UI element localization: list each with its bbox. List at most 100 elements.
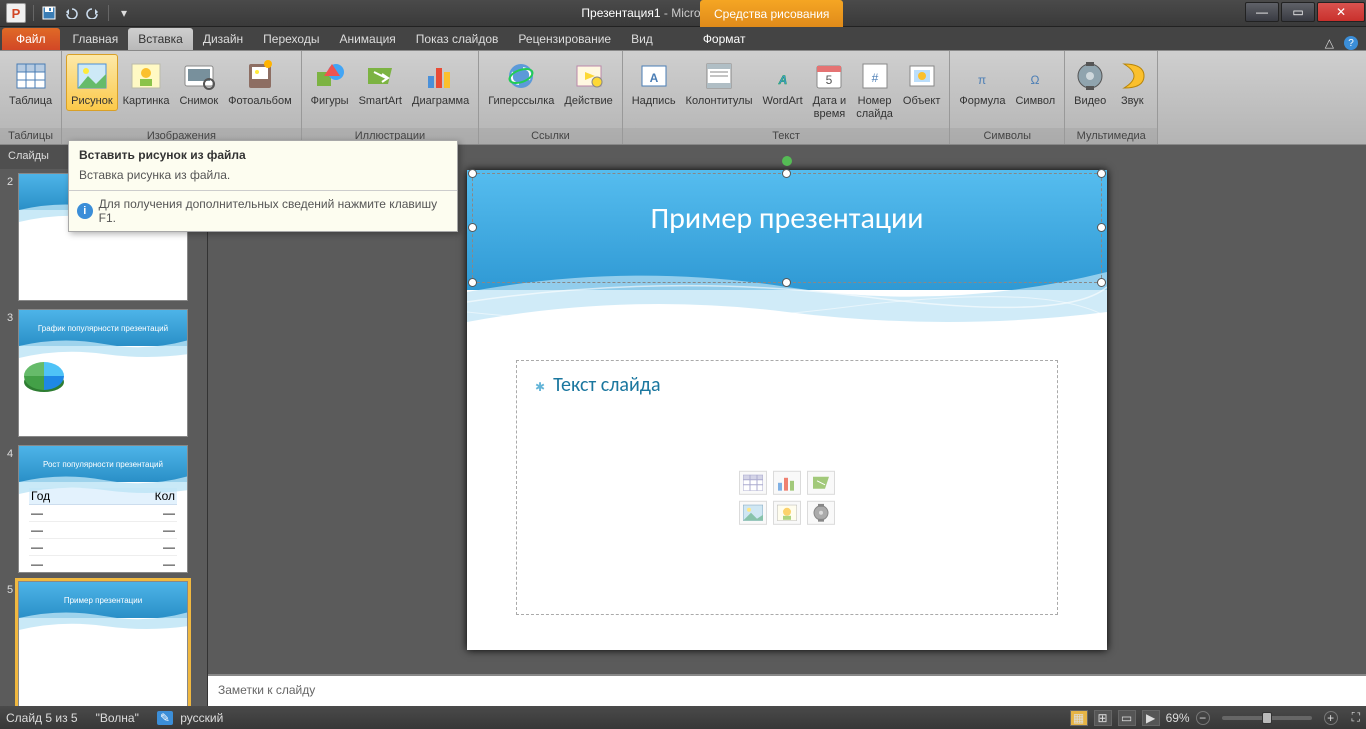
audio-button[interactable]: Звук <box>1111 54 1153 111</box>
audio-label: Звук <box>1121 95 1144 108</box>
chart-icon <box>425 60 457 92</box>
date-icon: 5 <box>813 60 845 92</box>
slidenum-button[interactable]: #Номер слайда <box>851 54 898 123</box>
resize-handle[interactable] <box>782 169 791 178</box>
zoom-level[interactable]: 69% <box>1166 711 1190 725</box>
album-icon <box>244 60 276 92</box>
insert-chart-icon[interactable] <box>773 471 801 495</box>
zoom-slider-thumb[interactable] <box>1262 712 1272 724</box>
wordart-button[interactable]: AWordArt <box>758 54 808 111</box>
tab-анимация[interactable]: Анимация <box>329 28 405 50</box>
textbox-button[interactable]: AНадпись <box>627 54 681 111</box>
powerpoint-icon[interactable]: P <box>6 3 26 23</box>
action-button[interactable]: Действие <box>559 54 617 111</box>
ribbon-minimize-icon[interactable]: △ <box>1325 36 1334 50</box>
tab-format[interactable]: Формат <box>693 28 756 50</box>
maximize-button[interactable]: ▭ <box>1281 2 1315 22</box>
content-placeholder[interactable]: ✱ Текст слайда <box>516 360 1058 615</box>
album-button[interactable]: Фотоальбом <box>223 54 297 111</box>
title-selection-box[interactable] <box>472 173 1102 283</box>
zoom-slider[interactable] <box>1222 716 1312 720</box>
resize-handle[interactable] <box>468 278 477 287</box>
slide-canvas[interactable]: Пример презентации ✱Текст слайда <box>467 170 1107 650</box>
tab-показ слайдов[interactable]: Показ слайдов <box>406 28 509 50</box>
slide-thumbnail[interactable]: Пример презентации <box>18 581 188 706</box>
close-button[interactable]: ✕ <box>1317 2 1365 22</box>
fit-to-window-button[interactable]: ⛶ <box>1352 710 1360 725</box>
datetime-button[interactable]: 5Дата и время <box>808 54 852 123</box>
resize-handle[interactable] <box>468 223 477 232</box>
symbol-button[interactable]: ΩСимвол <box>1010 54 1060 111</box>
tab-вид[interactable]: Вид <box>621 28 663 50</box>
resize-handle[interactable] <box>1097 223 1106 232</box>
undo-button[interactable] <box>60 2 82 24</box>
resize-handle[interactable] <box>782 278 791 287</box>
tab-дизайн[interactable]: Дизайн <box>193 28 253 50</box>
video-label: Видео <box>1074 95 1106 108</box>
resize-handle[interactable] <box>1097 278 1106 287</box>
minimize-button[interactable]: — <box>1245 2 1279 22</box>
smartart-icon <box>364 60 396 92</box>
normal-view-button[interactable]: ▦ <box>1070 710 1088 726</box>
num-icon: # <box>859 60 891 92</box>
tab-рецензирование[interactable]: Рецензирование <box>508 28 621 50</box>
theme-name[interactable]: "Волна" <box>96 711 139 725</box>
headerfooter-button[interactable]: Колонтитулы <box>681 54 758 111</box>
equation-button[interactable]: πФормула <box>954 54 1010 111</box>
insert-picture-icon[interactable] <box>739 501 767 525</box>
screenshot-button[interactable]: Снимок <box>174 54 223 111</box>
hf-icon <box>703 60 735 92</box>
clipart-icon <box>130 60 162 92</box>
ribbon-group-символы: πФормулаΩСимвол Символы <box>950 51 1065 144</box>
help-icon[interactable]: ? <box>1344 36 1358 50</box>
zoom-out-button[interactable]: − <box>1196 711 1210 725</box>
notes-pane[interactable]: Заметки к слайду <box>208 674 1366 706</box>
clipart-button[interactable]: Картинка <box>118 54 175 111</box>
zoom-in-button[interactable]: + <box>1324 711 1338 725</box>
bullet-icon: ✱ <box>535 380 545 394</box>
resize-handle[interactable] <box>468 169 477 178</box>
slide-thumbnail[interactable]: Рост популярности презентацийГодКол—————… <box>18 445 188 573</box>
album-label: Фотоальбом <box>228 95 292 108</box>
slideshow-view-button[interactable]: ▶ <box>1142 710 1160 726</box>
file-tab[interactable]: Файл <box>2 28 60 50</box>
insert-media-icon[interactable] <box>807 501 835 525</box>
slide-counter[interactable]: Слайд 5 из 5 <box>6 711 78 725</box>
resize-handle[interactable] <box>1097 169 1106 178</box>
shapes-button[interactable]: Фигуры <box>306 54 354 111</box>
wordart-icon: A <box>767 60 799 92</box>
ribbon-group-таблицы: ТаблицаТаблицы <box>0 51 62 144</box>
tab-вставка[interactable]: Вставка <box>128 28 193 50</box>
spell-check-icon: ✎ <box>157 711 173 725</box>
qat-customize-button[interactable]: ▾ <box>113 2 135 24</box>
redo-icon <box>86 7 100 19</box>
object-button[interactable]: Объект <box>898 54 945 111</box>
insert-smartart-icon[interactable] <box>807 471 835 495</box>
reading-view-button[interactable]: ▭ <box>1118 710 1136 726</box>
language-indicator[interactable]: ✎ русский <box>157 711 223 725</box>
smartart-button[interactable]: SmartArt <box>354 54 407 111</box>
chart-button[interactable]: Диаграмма <box>407 54 474 111</box>
content-placeholder-text[interactable]: Текст слайда <box>553 373 660 397</box>
group-label: Ссылки <box>479 128 622 144</box>
slide-thumbnail[interactable]: График популярности презентаций <box>18 309 188 437</box>
picture-label: Рисунок <box>71 95 113 108</box>
omega-icon: Ω <box>1019 60 1051 92</box>
insert-clipart-icon[interactable] <box>773 501 801 525</box>
redo-button[interactable] <box>82 2 104 24</box>
tab-главная[interactable]: Главная <box>63 28 129 50</box>
sorter-view-button[interactable]: ⊞ <box>1094 710 1112 726</box>
rotation-handle[interactable] <box>782 156 792 166</box>
insert-table-icon[interactable] <box>739 471 767 495</box>
tab-переходы[interactable]: Переходы <box>253 28 329 50</box>
video-button[interactable]: Видео <box>1069 54 1111 111</box>
ribbon-group-текст: AНадписьКолонтитулыAWordArt5Дата и время… <box>623 51 951 144</box>
table-button[interactable]: Таблица <box>4 54 57 111</box>
picture-button[interactable]: Рисунок <box>66 54 118 111</box>
table-label: Таблица <box>9 95 52 108</box>
hyperlink-button[interactable]: Гиперссылка <box>483 54 559 111</box>
thumbnail-number: 4 <box>2 445 18 460</box>
save-button[interactable] <box>38 2 60 24</box>
tooltip-body: Вставка рисунка из файла. <box>69 166 457 190</box>
group-label: Символы <box>950 128 1064 144</box>
